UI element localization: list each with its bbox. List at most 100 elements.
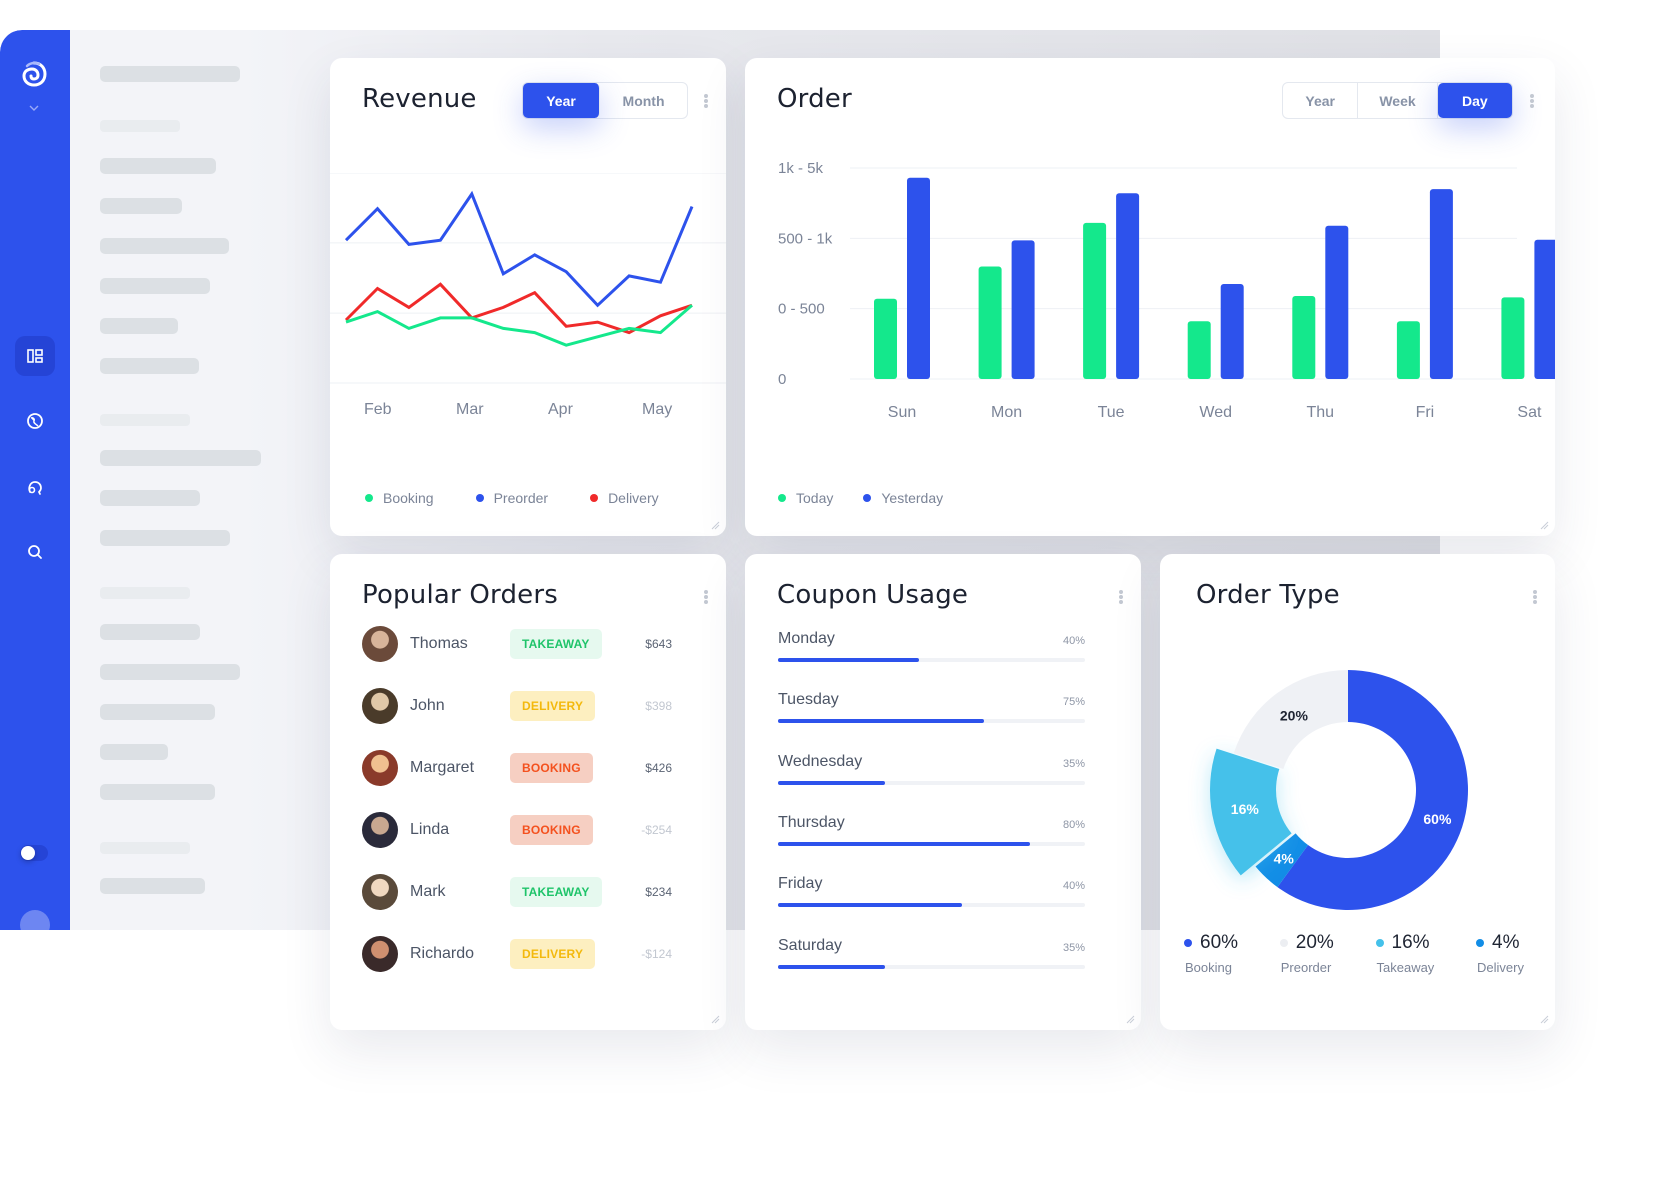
x-tick-label: Wed bbox=[1199, 404, 1232, 421]
skeleton-item bbox=[100, 624, 200, 640]
tab-week[interactable]: Week bbox=[1358, 83, 1438, 118]
resize-grip-icon[interactable] bbox=[711, 1015, 720, 1024]
order-row[interactable]: Linda BOOKING -$254 bbox=[362, 810, 672, 850]
theme-toggle[interactable] bbox=[20, 845, 48, 861]
order-type-badge: BOOKING bbox=[510, 753, 593, 783]
resize-grip-icon[interactable] bbox=[1540, 1015, 1549, 1024]
sidebar-dashboard-button[interactable] bbox=[15, 336, 55, 376]
coupon-percent: 80% bbox=[1062, 818, 1085, 831]
x-tick-label: Feb bbox=[364, 401, 392, 418]
popular-orders-card: Popular Orders Thomas TAKEAWAY $643 John DEL… bbox=[330, 554, 726, 1030]
spiral-logo-icon[interactable] bbox=[20, 60, 48, 88]
order-card: Order Year Week Day 1k - 5k 500 - 1k 0 - 5… bbox=[745, 58, 1555, 536]
order-type-badge: DELIVERY bbox=[510, 691, 596, 721]
legend-percent: 20% bbox=[1295, 932, 1334, 953]
order-more-button[interactable] bbox=[1529, 91, 1535, 111]
coupon-percent: 35% bbox=[1062, 941, 1085, 954]
coupon-progress-track bbox=[778, 964, 1085, 969]
order-type-title: Order Type bbox=[1196, 580, 1340, 610]
coupon-progress-fill bbox=[778, 780, 886, 785]
order-type-badge: TAKEAWAY bbox=[510, 629, 602, 659]
coupon-row: Saturday 35% bbox=[778, 937, 1085, 977]
legend-percent: 60% bbox=[1200, 932, 1239, 953]
popular-orders-more-button[interactable] bbox=[703, 587, 709, 607]
coupon-row: Thursday 80% bbox=[778, 814, 1085, 854]
coupon-usage-title: Coupon Usage bbox=[777, 580, 969, 610]
bar-today-thu bbox=[1292, 296, 1316, 379]
order-type-badge: BOOKING bbox=[510, 815, 593, 845]
popular-orders-title: Popular Orders bbox=[362, 580, 558, 610]
legend-item-booking: 60% Booking bbox=[1184, 932, 1238, 975]
skeleton-item bbox=[100, 238, 229, 254]
legend-label: Yesterday bbox=[881, 490, 944, 506]
x-tick-label: Apr bbox=[548, 401, 573, 418]
dashboard-icon bbox=[27, 349, 43, 363]
resize-grip-icon[interactable] bbox=[1540, 521, 1549, 530]
series-line-preorder bbox=[344, 190, 694, 308]
order-row[interactable]: John DELIVERY $398 bbox=[362, 686, 672, 726]
order-amount: -$124 bbox=[641, 947, 672, 961]
revenue-legend: Booking Preorder Delivery bbox=[365, 490, 659, 506]
sidebar-search-button[interactable] bbox=[15, 532, 55, 572]
order-type-more-button[interactable] bbox=[1532, 587, 1538, 607]
chevron-down-icon[interactable] bbox=[28, 104, 40, 112]
slice-label: 16% bbox=[1231, 801, 1260, 817]
tab-year[interactable]: Year bbox=[523, 83, 601, 118]
x-tick-label: Mon bbox=[991, 404, 1022, 421]
order-amount: $234 bbox=[645, 885, 672, 899]
order-row[interactable]: Thomas TAKEAWAY $643 bbox=[362, 624, 672, 664]
coupon-day-label: Tuesday bbox=[778, 691, 839, 709]
resize-grip-icon[interactable] bbox=[711, 521, 720, 530]
customer-name: Thomas bbox=[410, 635, 468, 652]
x-tick-label: Mar bbox=[456, 401, 484, 418]
coupon-day-label: Thursday bbox=[778, 813, 845, 831]
coupon-progress-track bbox=[778, 658, 1085, 662]
customer-name: Richardo bbox=[410, 945, 475, 962]
skeleton-item bbox=[100, 664, 240, 680]
resize-grip-icon[interactable] bbox=[1126, 1015, 1135, 1024]
tab-day[interactable]: Day bbox=[1437, 83, 1512, 118]
bar-yesterday-thu bbox=[1325, 225, 1349, 379]
legend-value: 16% bbox=[1375, 932, 1435, 954]
order-title: Order bbox=[777, 84, 852, 114]
skeleton-heading bbox=[100, 414, 190, 426]
legend-label: Delivery bbox=[1477, 960, 1524, 975]
coupon-day-label: Wednesday bbox=[778, 752, 863, 770]
tab-month[interactable]: Month bbox=[600, 83, 687, 118]
legend-value: 20% bbox=[1279, 932, 1334, 954]
skeleton-heading bbox=[100, 842, 190, 854]
legend-percent: 16% bbox=[1391, 932, 1430, 953]
coupon-usage-more-button[interactable] bbox=[1118, 587, 1124, 607]
y-tick-label: 1k - 5k bbox=[778, 160, 824, 177]
legend-dot bbox=[863, 494, 872, 502]
sidebar-menu-placeholder bbox=[100, 30, 270, 930]
order-amount: $643 bbox=[645, 637, 672, 651]
coupon-progress-track bbox=[778, 903, 1085, 908]
order-row[interactable]: Richardo DELIVERY -$124 bbox=[362, 934, 672, 974]
bar-yesterday-fri bbox=[1429, 189, 1453, 379]
skeleton-item bbox=[100, 66, 240, 82]
coupon-progress-track bbox=[778, 841, 1085, 846]
coupon-row: Monday 40% bbox=[778, 630, 1085, 670]
revenue-more-button[interactable] bbox=[703, 91, 709, 111]
sidebar-chat-button[interactable] bbox=[15, 467, 55, 507]
order-row[interactable]: Mark TAKEAWAY $234 bbox=[362, 872, 672, 912]
tab-year[interactable]: Year bbox=[1283, 83, 1359, 118]
x-tick-label: Fri bbox=[1416, 404, 1435, 421]
coupon-progress-fill bbox=[778, 903, 963, 908]
user-avatar[interactable] bbox=[20, 910, 50, 930]
legend-dot bbox=[590, 494, 599, 502]
skeleton-item bbox=[100, 198, 182, 214]
bar-yesterday-sun bbox=[907, 177, 930, 379]
slice-label: 60% bbox=[1423, 811, 1452, 827]
order-row[interactable]: Margaret BOOKING $426 bbox=[362, 748, 672, 788]
legend-value: 4% bbox=[1476, 932, 1524, 954]
slice-label: 4% bbox=[1274, 851, 1295, 867]
search-icon bbox=[28, 545, 42, 559]
revenue-period-tabs: Year Month bbox=[522, 82, 688, 119]
coupon-row: Friday 40% bbox=[778, 875, 1085, 915]
bar-today-wed bbox=[1187, 321, 1211, 379]
coupon-day-label: Monday bbox=[778, 630, 835, 647]
sidebar-globe-button[interactable] bbox=[15, 401, 55, 441]
bar-yesterday-mon bbox=[1011, 240, 1035, 379]
